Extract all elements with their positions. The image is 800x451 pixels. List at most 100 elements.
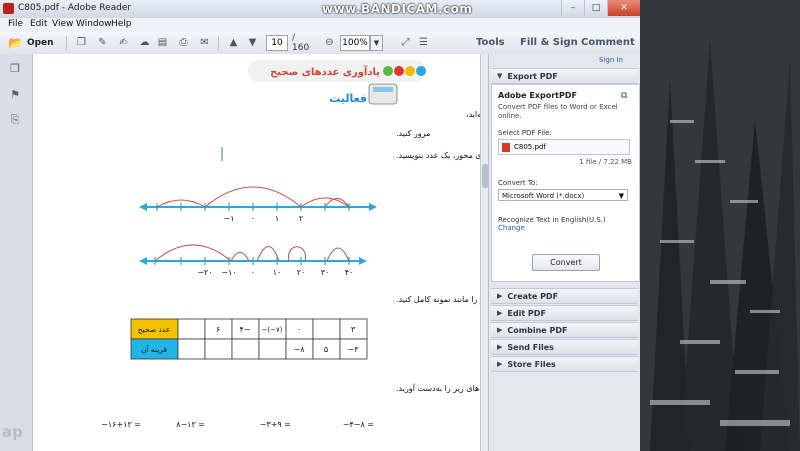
line2-label-neg20: −۲۰ [197, 268, 212, 277]
question-3: ۳ــ حاصل عبارت‌های زیر را به‌دست آورید. [396, 383, 480, 393]
select-file-label: Select PDF File: [498, 129, 552, 137]
zoom-dropdown-icon[interactable]: ▼ [370, 35, 383, 51]
pdf-file-icon [502, 142, 510, 152]
yellow-dot-icon [405, 66, 415, 76]
fit-page-icon[interactable]: ⤢ [398, 35, 413, 50]
toolbar-divider [218, 36, 219, 50]
green-dot-icon [383, 66, 393, 76]
line1-label-1: ۱ [275, 214, 279, 223]
table-cell: −۳ [348, 345, 360, 354]
page-thumbnails-icon[interactable]: ❐ [9, 62, 21, 75]
line1-label-2: ۲ [299, 214, 303, 223]
export-pdf-header[interactable]: ▼ Export PDF [491, 68, 638, 84]
line2-label-10: ۱۰ [273, 268, 282, 277]
section-label: Combine PDF [507, 325, 568, 335]
send-files-section[interactable]: ▶ Send Files [491, 339, 638, 355]
service-title: Adobe ExportPDF [498, 91, 577, 100]
channel-watermark: ap [2, 423, 23, 441]
maximize-button[interactable]: □ [584, 0, 607, 16]
print-icon[interactable]: ⎙ [176, 35, 191, 50]
upload-cloud-icon[interactable]: ☁ [137, 35, 152, 50]
table-row2-header: قرینه آن [141, 344, 167, 354]
zoom-out-icon[interactable]: ⊖ [322, 35, 337, 50]
menu-bar: File Edit View Window Help [0, 18, 640, 33]
section-label: Edit PDF [507, 308, 546, 318]
email-icon[interactable]: ✉ [197, 35, 212, 50]
section-label: Store Files [507, 359, 556, 369]
convert-to-label: Convert To: [498, 179, 538, 187]
folder-icon: 📂 [8, 35, 23, 50]
edit-pdf-section[interactable]: ▶ Edit PDF [491, 305, 638, 321]
title-bar: C805.pdf - Adobe Reader www.BANDICAM.com… [0, 0, 640, 19]
convert-to-select[interactable]: Microsoft Word (*.docx) ▼ [498, 189, 628, 201]
question-2: ۲ــ جدول زیر را مانند نمونه کامل کنید. [396, 295, 480, 304]
change-language-link[interactable]: Change [498, 224, 525, 232]
save-icon[interactable]: ▤ [155, 35, 170, 50]
red-dot-icon [394, 66, 404, 76]
blue-dot-icon [416, 66, 426, 76]
bandicam-overlay: www.BANDICAM.com [322, 2, 473, 16]
document-area[interactable]: یادآوری عددهای صحیح فعالیت با انجام دادن… [33, 54, 480, 451]
caret-right-icon: ▶ [497, 292, 503, 300]
sign-icon[interactable]: ✍ [116, 35, 131, 50]
fill-sign-tab[interactable]: Fill & Sign [520, 37, 578, 48]
expression-1: −۴−۸ = [343, 420, 374, 429]
close-button[interactable]: ✕ [607, 0, 640, 16]
recognize-text-label: Recognize Text in English(U.S.) [498, 216, 606, 224]
open-label: Open [26, 37, 54, 48]
selected-file[interactable]: C805.pdf [498, 139, 630, 155]
intro-line-1: با انجام دادن تمرین‌های زیر، آنچه را در … [466, 109, 480, 119]
convert-to-value: Microsoft Word (*.docx) [502, 192, 585, 200]
menu-help[interactable]: Help [111, 19, 132, 29]
bookmarks-icon[interactable]: ⚑ [9, 88, 21, 101]
comment-tab[interactable]: Comment [581, 37, 635, 48]
previous-page-icon[interactable]: ▲ [226, 35, 241, 50]
number-line-2 [139, 244, 367, 265]
toolbar: 📂 Open ❐ ✎ ✍ ☁ ▤ ⎙ ✉ ▲ ▼ 10 / 160 ⊖ 100%… [0, 32, 640, 55]
window-controls: – □ ✕ [561, 0, 640, 16]
activity-title: فعالیت [329, 92, 367, 105]
expression-4: −۱۶+۱۲ = [101, 420, 141, 429]
minimize-button[interactable]: – [561, 0, 584, 16]
line2-label-30: ۳۰ [321, 268, 330, 277]
table-cell: −۸ [294, 345, 306, 354]
create-pdf-section[interactable]: ▶ Create PDF [491, 288, 638, 304]
export-pdf-box: Adobe ExportPDF ⧉ Convert PDF files to W… [491, 84, 640, 282]
line2-label-40: ۴۰ [345, 268, 354, 277]
attachments-icon[interactable]: ⎘ [9, 113, 21, 126]
calculator-screen [373, 87, 393, 92]
store-files-section[interactable]: ▶ Store Files [491, 356, 638, 372]
info-icon[interactable]: ⧉ [621, 91, 631, 101]
pdf-page: یادآوری عددهای صحیح فعالیت با انجام دادن… [33, 54, 480, 451]
open-button[interactable]: 📂 Open [8, 35, 60, 50]
caret-right-icon: ▶ [497, 326, 503, 334]
service-description: Convert PDF files to Word or Excel onlin… [498, 103, 618, 120]
read-mode-icon[interactable]: ☰ [416, 35, 431, 50]
line2-label-0: ۰ [251, 268, 255, 277]
page-number-input[interactable]: 10 [266, 35, 288, 51]
create-pdf-icon[interactable]: ❐ [74, 35, 89, 50]
caret-down-icon: ▼ [497, 72, 503, 80]
chevron-down-icon: ▼ [618, 192, 624, 200]
convert-button[interactable]: Convert [532, 254, 600, 271]
line1-label-0: ۰ [251, 214, 255, 223]
table-cell: ۰ [297, 325, 301, 334]
table-cell: ۳ [351, 325, 356, 334]
table-cell: ۶ [216, 325, 220, 334]
sign-in-link[interactable]: Sign In [599, 56, 623, 64]
caret-right-icon: ▶ [497, 309, 503, 317]
next-page-icon[interactable]: ▼ [245, 35, 260, 50]
edit-pdf-icon[interactable]: ✎ [95, 35, 110, 50]
intro-line-2: مرور کنید. [396, 129, 430, 138]
menu-file[interactable]: File [8, 19, 23, 29]
menu-view[interactable]: View [52, 19, 73, 29]
adobe-reader-icon [3, 3, 14, 14]
combine-pdf-section[interactable]: ▶ Combine PDF [491, 322, 638, 338]
navigation-pane: ❐ ⚑ ⎘ [0, 54, 33, 451]
tools-tab[interactable]: Tools [476, 37, 505, 48]
menu-window[interactable]: Window [76, 19, 112, 29]
file-size: 1 file / 7.22 MB [579, 158, 632, 166]
reader-window: C805.pdf - Adobe Reader www.BANDICAM.com… [0, 0, 641, 451]
menu-edit[interactable]: Edit [30, 19, 47, 29]
zoom-input[interactable]: 100% [340, 35, 370, 51]
